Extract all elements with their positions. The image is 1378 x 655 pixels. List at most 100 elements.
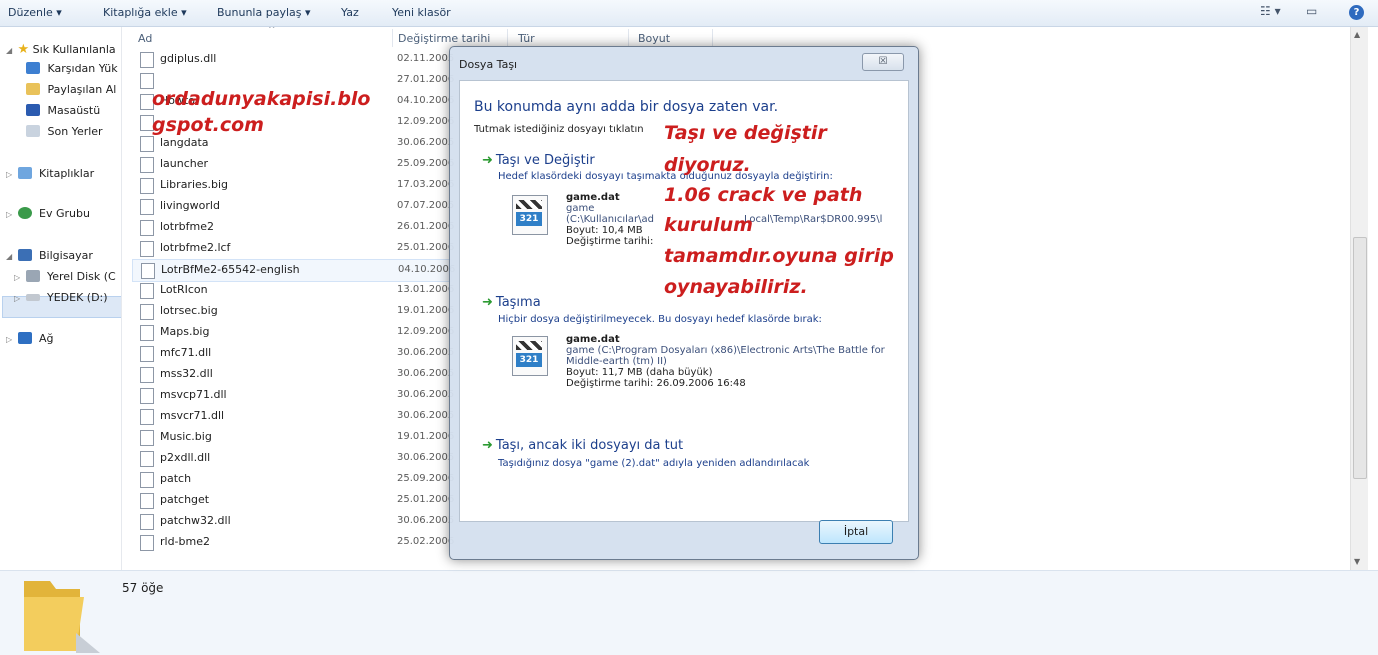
expand-arrow-icon[interactable]: ▷ (14, 294, 22, 303)
file-name: game.dat (566, 334, 620, 345)
table-row[interactable]: lotrbfme2 26.01.2006 (132, 217, 455, 238)
table-row[interactable]: langdata 30.06.2005 (132, 133, 455, 154)
table-row[interactable]: mfc71.dll 30.06.2005 (132, 343, 454, 364)
organize-button[interactable]: Düzenle ▾ (8, 6, 62, 19)
file-name: msvcr71.dll (160, 409, 225, 422)
nav-item-libraries[interactable]: ▷ Kitaplıklar (6, 167, 94, 180)
file-icon (140, 283, 154, 299)
file-path-end: Local\Temp\Rar$DR00.995\l (743, 214, 883, 225)
expand-arrow-icon[interactable]: ◢ (6, 46, 14, 55)
nav-label: YEDEK (D:) (47, 291, 108, 304)
file-type-icon: 321 (512, 336, 548, 376)
media-icon: 321 (516, 212, 542, 226)
share-with-button[interactable]: Bununla paylaş ▾ (217, 6, 311, 19)
file-name: LotrBfMe2-65542-english (161, 263, 300, 276)
file-date: 30.06.2005 (397, 410, 455, 421)
close-button[interactable]: ☒ (862, 53, 904, 71)
option-description: Taşıdığınız dosya "game (2).dat" adıyla … (498, 458, 810, 469)
new-folder-button[interactable]: Yeni klasör (392, 6, 451, 19)
preview-pane-icon[interactable]: ▭ (1306, 4, 1317, 18)
file-name: lotrbfme2 (160, 220, 214, 233)
nav-item-recent[interactable]: Son Yerler (26, 125, 103, 138)
table-row[interactable]: lotrbfme2.lcf 25.01.2006 (132, 238, 455, 259)
option-title[interactable]: ➜ Taşı, ancak iki dosyayı da tut (482, 438, 683, 453)
expand-arrow-icon[interactable]: ▷ (14, 273, 22, 282)
table-row[interactable]: gdiplus.dll 02.11.2005 (132, 49, 454, 70)
table-row[interactable]: Libraries.big 17.03.2006 (132, 175, 454, 196)
star-icon: ★ (17, 42, 30, 57)
cancel-button[interactable]: İptal (819, 520, 893, 544)
vertical-scrollbar[interactable]: ▲ ▼ (1350, 27, 1368, 570)
nav-item-downloads[interactable]: Karşıdan Yük (26, 62, 118, 75)
table-row[interactable]: patchget 25.01.2006 (132, 490, 454, 511)
nav-item-shared[interactable]: Paylaşılan Al (26, 83, 116, 96)
file-icon (140, 388, 154, 404)
table-row[interactable]: patch 25.09.2006 (132, 469, 454, 490)
column-separator[interactable] (712, 29, 713, 47)
file-date: 25.01.2006 (397, 242, 455, 253)
option-label: Taşı, ancak iki dosyayı da tut (495, 438, 684, 453)
table-row[interactable]: rld-bme2 25.02.2006 (132, 532, 454, 553)
expand-arrow-icon[interactable]: ◢ (6, 252, 14, 261)
table-row[interactable]: LotRIcon 13.01.2006 (132, 280, 454, 301)
table-row[interactable]: msvcp71.dll 30.06.2005 (132, 385, 454, 406)
file-icon (140, 199, 154, 215)
nav-item-favorites[interactable]: ◢ ★ Sık Kullanılanla (6, 42, 116, 57)
file-date: 30.06.2005 (397, 137, 455, 148)
file-date: 19.01.2006 (397, 305, 455, 316)
downloads-icon (26, 62, 40, 74)
file-name: patch (160, 472, 192, 485)
column-separator[interactable] (392, 29, 393, 47)
file-icon (140, 73, 154, 89)
option-title[interactable]: ➜ Taşı ve Değiştir (482, 153, 595, 168)
nav-item-network[interactable]: ▷ Ağ (6, 332, 54, 345)
folder-icon (24, 581, 100, 653)
table-row[interactable]: p2xdll.dll 30.06.2005 (132, 448, 454, 469)
file-size: Boyut: 11,7 MB (daha büyük) (566, 367, 713, 378)
table-row[interactable]: Maps.big 12.09.2006 (132, 322, 454, 343)
help-icon[interactable]: ? (1349, 5, 1364, 20)
file-date: 04.10.2006 (397, 95, 455, 106)
dialog-footer: İptal (459, 520, 907, 550)
scroll-up-icon[interactable]: ▲ (1354, 30, 1360, 39)
scroll-down-icon[interactable]: ▼ (1354, 557, 1360, 566)
file-path: game (C:\Program Dosyaları (x86)\Electro… (566, 345, 885, 367)
option-title[interactable]: ➜ Taşıma (482, 295, 541, 310)
file-date: 26.01.2006 (397, 221, 455, 232)
file-name: launcher (160, 157, 209, 170)
table-row[interactable]: LotrBfMe2-65542-english 04.10.2006 (132, 259, 455, 282)
column-separator[interactable] (628, 29, 629, 47)
table-row[interactable]: Music.big 19.01.2006 (132, 427, 455, 448)
file-info: game.dat game (C:\Program Dosyaları (x86… (566, 334, 901, 389)
file-icon (140, 241, 154, 257)
overlay-note-line3: 1.06 crack ve path (664, 184, 863, 206)
table-row[interactable]: livingworld 07.07.2005 (132, 196, 454, 217)
table-row[interactable]: patchw32.dll 30.06.2005 (132, 511, 454, 532)
table-row[interactable]: msvcr71.dll 30.06.2005 (132, 406, 455, 427)
view-icon[interactable]: ☷ ▾ (1260, 4, 1281, 18)
nav-item-homegroup[interactable]: ▷ Ev Grubu (6, 207, 90, 220)
sort-arrow-icon: ^ (268, 27, 276, 35)
table-row[interactable]: lotrsec.big 19.01.2006 (132, 301, 455, 322)
libraries-icon (17, 167, 32, 179)
nav-item-local-disk[interactable]: ▷ Yerel Disk (C (14, 270, 116, 283)
column-separator[interactable] (507, 29, 508, 47)
expand-arrow-icon[interactable]: ▷ (6, 335, 14, 344)
add-to-library-button[interactable]: Kitaplığa ekle ▾ (103, 6, 187, 19)
local-disk-icon (25, 270, 40, 282)
file-icon (141, 263, 155, 279)
nav-item-backup-disk[interactable]: ▷ YEDEK (D:) (14, 291, 108, 304)
file-date: 27.01.2006 (397, 74, 455, 85)
file-name: LotRIcon (160, 283, 208, 296)
burn-button[interactable]: Yaz (341, 6, 359, 19)
table-row[interactable]: launcher 25.09.2006 (132, 154, 454, 175)
table-row[interactable]: mss32.dll 30.06.2005 (132, 364, 454, 385)
expand-arrow-icon[interactable]: ▷ (6, 210, 14, 219)
file-date: 19.01.2006 (397, 431, 455, 442)
expand-arrow-icon[interactable]: ▷ (6, 170, 14, 179)
scroll-thumb[interactable] (1353, 237, 1367, 479)
file-icon (140, 514, 154, 530)
nav-item-desktop[interactable]: Masaüstü (26, 104, 100, 117)
nav-item-computer[interactable]: ◢ Bilgisayar (6, 249, 93, 262)
details-pane: 57 öğe (0, 570, 1378, 655)
